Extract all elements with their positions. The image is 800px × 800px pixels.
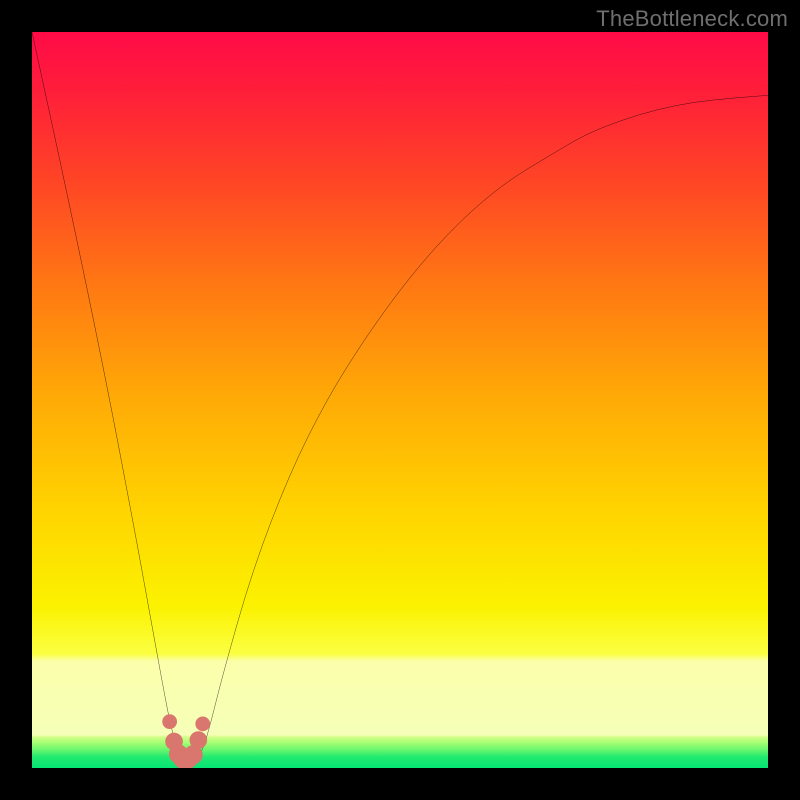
bottleneck-curve (32, 32, 768, 761)
watermark-text: TheBottleneck.com (596, 6, 788, 32)
curve-layer (32, 32, 768, 768)
minimum-marker-dot (195, 716, 210, 731)
minimum-marker-dot (190, 731, 208, 749)
minimum-marker-dot (162, 714, 177, 729)
chart-frame: TheBottleneck.com (0, 0, 800, 800)
plot-area (32, 32, 768, 768)
minimum-markers (162, 714, 210, 768)
